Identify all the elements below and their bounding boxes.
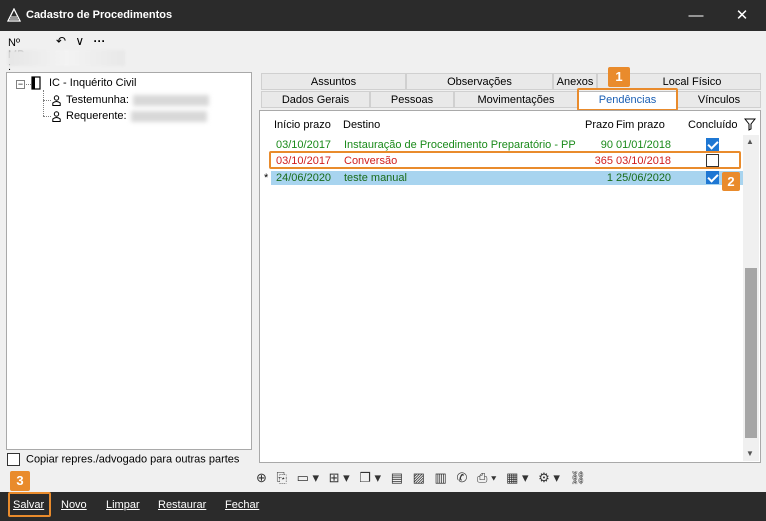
copy-checkbox-label: Copiar repres./advogado para outras part… — [26, 453, 240, 466]
back-icon[interactable]: ↶ — [56, 34, 66, 48]
mp-tools: ↶ ∨ ··· — [56, 34, 112, 48]
filter-icon[interactable] — [744, 118, 756, 131]
column-header-concluido[interactable]: Concluído — [688, 119, 738, 131]
column-header-destino[interactable]: Destino — [343, 119, 380, 131]
testemunha-label: Testemunha: — [66, 94, 129, 106]
callout-1: 1 — [608, 67, 630, 87]
person-icon — [52, 110, 61, 122]
tab-assuntos[interactable]: Assuntos — [261, 73, 406, 90]
callout-2: 2 — [722, 172, 740, 191]
pendencias-grid: Início prazo Destino Prazo Fim prazo Con… — [259, 110, 761, 463]
pendencias-highlight — [577, 88, 678, 111]
copy-page-icon[interactable]: ⎘ — [277, 470, 287, 486]
restore-button[interactable]: Restaurar — [158, 499, 206, 511]
add-page-icon[interactable]: ⊕ — [256, 470, 267, 486]
tree-root-label[interactable]: IC - Inquérito Civil — [49, 77, 136, 89]
copy-checkbox[interactable] — [7, 453, 20, 466]
redacted-name — [130, 110, 207, 122]
column-header-fim-prazo[interactable]: Fim prazo — [616, 119, 665, 131]
vertical-scrollbar[interactable]: ▲ ▼ — [743, 135, 759, 461]
documents-icon[interactable]: ❐ ▾ — [359, 470, 381, 486]
minimize-button[interactable]: — — [681, 5, 711, 26]
tab-dados-gerais[interactable]: Dados Gerais — [261, 91, 370, 108]
scroll-up-icon[interactable]: ▲ — [746, 137, 754, 146]
calendar-icon[interactable]: ▦ ▾ — [506, 470, 528, 486]
copy-representative-option[interactable]: Copiar repres./advogado para outras part… — [7, 453, 239, 466]
close-form-button[interactable]: Fechar — [225, 499, 259, 511]
action-toolbar: ⊕ ⎘ ▭ ▾ ⊞ ▾ ❐ ▾ ▤ ▨ ▥ ✆ ⎙ ▾ ▦ ▾ ⚙ ▾ ⛓ — [256, 470, 592, 488]
tree-child-requerente[interactable]: Requerente: — [52, 110, 207, 122]
new-row-marker: * — [264, 172, 269, 184]
link-icon[interactable]: ⛓ — [570, 470, 587, 486]
new-button[interactable]: Novo — [61, 499, 87, 511]
row-destino: Instauração de Procedimento Preparatório… — [344, 139, 576, 151]
callout-3: 3 — [10, 471, 30, 491]
column-header-inicio-prazo[interactable]: Início prazo — [274, 119, 331, 131]
tab-movimentacoes[interactable]: Movimentações — [454, 91, 578, 108]
procedure-tree[interactable]: − IC - Inquérito Civil Testemunha: Reque… — [6, 72, 252, 450]
scroll-thumb[interactable] — [745, 268, 757, 438]
app-logo-icon — [7, 8, 21, 22]
save-highlight — [8, 492, 51, 517]
clear-button[interactable]: Limpar — [106, 499, 140, 511]
close-button[interactable]: ✕ — [727, 5, 757, 26]
tab-pessoas[interactable]: Pessoas — [370, 91, 454, 108]
requerente-label: Requerente: — [66, 110, 127, 122]
person-icon — [52, 94, 61, 106]
row-destino: teste manual — [344, 172, 407, 184]
tree-expander-icon[interactable]: − — [16, 80, 25, 89]
row-inicio: 03/10/2017 — [276, 155, 332, 167]
more-icon[interactable]: ··· — [94, 34, 106, 48]
row-prazo: 365 — [594, 155, 613, 167]
tree-child-testemunha[interactable]: Testemunha: — [52, 94, 209, 106]
folder-icon[interactable]: ▭ ▾ — [297, 470, 319, 486]
row-prazo: 90 — [600, 139, 613, 151]
scroll-down-icon[interactable]: ▼ — [746, 449, 754, 458]
tab-vinculos[interactable]: Vínculos — [677, 91, 761, 108]
document-icon — [31, 76, 41, 90]
concluido-checkbox[interactable] — [706, 154, 719, 167]
attachment-icon[interactable]: ▥ — [435, 470, 447, 486]
title-bar: Cadastro de Procedimentos — ✕ — [0, 0, 766, 31]
row-prazo: 1 — [606, 172, 613, 184]
concluido-checkbox[interactable] — [706, 171, 719, 184]
row-inicio: 03/10/2017 — [276, 139, 332, 151]
row-fim: 03/10/2018 — [616, 155, 672, 167]
tab-observacoes[interactable]: Observações — [406, 73, 553, 90]
window-title: Cadastro de Procedimentos — [26, 9, 173, 21]
column-header-prazo[interactable]: Prazo — [585, 119, 614, 131]
tree-icon[interactable]: ⊞ ▾ — [329, 470, 350, 486]
selected-row-background — [271, 171, 747, 185]
redacted-name — [132, 94, 209, 106]
mp-value-field[interactable] — [8, 50, 125, 66]
properties-icon[interactable]: ⚙ ▾ — [538, 470, 560, 486]
row-fim: 25/06/2020 — [616, 172, 672, 184]
phone-icon[interactable]: ✆ — [456, 470, 467, 486]
clipboard-icon[interactable]: ▤ — [391, 470, 403, 486]
bottom-action-bar: Salvar Novo Limpar Restaurar Fechar — [0, 492, 766, 521]
row-destino: Conversão — [344, 155, 398, 167]
print-icon[interactable]: ⎙ ▾ — [477, 470, 496, 486]
tab-strip: Assuntos Observações Anexos Local Físico… — [259, 73, 761, 110]
row-inicio: 24/06/2020 — [276, 172, 332, 184]
row-fim: 01/01/2018 — [616, 139, 672, 151]
folder-image-icon[interactable]: ▨ — [413, 470, 425, 486]
concluido-checkbox[interactable] — [706, 138, 719, 151]
chevron-down-icon[interactable]: ∨ — [75, 34, 84, 48]
